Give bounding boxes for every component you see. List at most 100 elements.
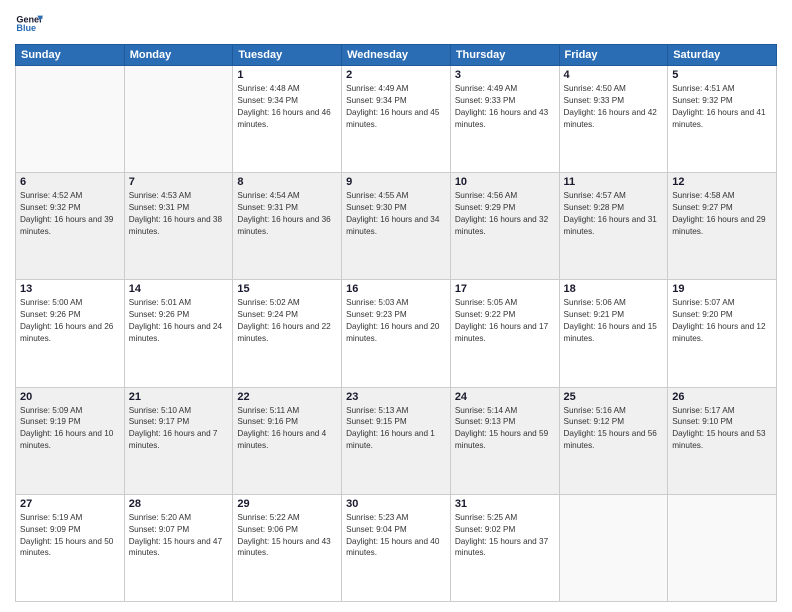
day-number: 4 <box>564 69 664 81</box>
day-detail: Sunrise: 5:11 AMSunset: 9:16 PMDaylight:… <box>237 405 337 453</box>
day-number: 17 <box>455 283 555 295</box>
day-number: 15 <box>237 283 337 295</box>
day-number: 1 <box>237 69 337 81</box>
calendar-cell: 14Sunrise: 5:01 AMSunset: 9:26 PMDayligh… <box>124 280 233 387</box>
day-number: 25 <box>564 391 664 403</box>
calendar-cell: 31 Sunrise: 5:25 AMSunset: 9:02 PMDayligh… <box>450 494 559 601</box>
calendar-header-row: SundayMondayTuesdayWednesdayThursdayFrid… <box>16 45 777 66</box>
day-detail: Sunrise: 4:52 AMSunset: 9:32 PMDaylight:… <box>20 190 120 238</box>
calendar-cell: 16 Sunrise: 5:03 AMSunset: 9:23 PMDayligh… <box>342 280 451 387</box>
day-detail: Sunrise: 5:01 AMSunset: 9:26 PMDaylight:… <box>129 297 229 345</box>
day-detail: Sunrise: 4:53 AMSunset: 9:31 PMDaylight:… <box>129 190 229 238</box>
day-detail: Sunrise: 4:54 AMSunset: 9:31 PMDaylight:… <box>237 190 337 238</box>
calendar-week-row: 1Sunrise: 4:48 AMSunset: 9:34 PMDaylight… <box>16 66 777 173</box>
day-detail: Sunrise: 4:50 AMSunset: 9:33 PMDaylight:… <box>564 83 664 131</box>
calendar-cell <box>668 494 777 601</box>
calendar-cell: 29Sunrise: 5:22 AMSunset: 9:06 PMDayligh… <box>233 494 342 601</box>
day-detail: Sunrise: 5:19 AMSunset: 9:09 PMDaylight:… <box>20 512 120 560</box>
calendar-cell: 18 Sunrise: 5:06 AMSunset: 9:21 PMDayligh… <box>559 280 668 387</box>
day-detail: Sunrise: 4:58 AMSunset: 9:27 PMDaylight:… <box>672 190 772 238</box>
day-number: 18 <box>564 283 664 295</box>
day-detail: Sunrise: 5:05 AMSunset: 9:22 PMDaylight:… <box>455 297 555 345</box>
day-number: 9 <box>346 176 446 188</box>
calendar-cell: 19 Sunrise: 5:07 AMSunset: 9:20 PMDayligh… <box>668 280 777 387</box>
day-number: 21 <box>129 391 229 403</box>
day-number: 5 <box>672 69 772 81</box>
calendar-week-row: 27 Sunrise: 5:19 AMSunset: 9:09 PMDayligh… <box>16 494 777 601</box>
day-header-thursday: Thursday <box>450 45 559 66</box>
calendar-cell: 13 Sunrise: 5:00 AMSunset: 9:26 PMDayligh… <box>16 280 125 387</box>
calendar-cell: 23 Sunrise: 5:13 AMSunset: 9:15 PMDayligh… <box>342 387 451 494</box>
calendar-cell: 9 Sunrise: 4:55 AMSunset: 9:30 PMDaylight… <box>342 173 451 280</box>
calendar-cell: 4 Sunrise: 4:50 AMSunset: 9:33 PMDaylight… <box>559 66 668 173</box>
day-number: 28 <box>129 498 229 510</box>
calendar-cell: 25 Sunrise: 5:16 AMSunset: 9:12 PMDayligh… <box>559 387 668 494</box>
calendar-cell: 3 Sunrise: 4:49 AMSunset: 9:33 PMDaylight… <box>450 66 559 173</box>
calendar-cell: 28 Sunrise: 5:20 AMSunset: 9:07 PMDayligh… <box>124 494 233 601</box>
day-number: 12 <box>672 176 772 188</box>
day-number: 23 <box>346 391 446 403</box>
day-header-sunday: Sunday <box>16 45 125 66</box>
calendar-cell: 21Sunrise: 5:10 AMSunset: 9:17 PMDayligh… <box>124 387 233 494</box>
calendar-cell: 26Sunrise: 5:17 AMSunset: 9:10 PMDayligh… <box>668 387 777 494</box>
calendar-cell: 8Sunrise: 4:54 AMSunset: 9:31 PMDaylight… <box>233 173 342 280</box>
day-number: 6 <box>20 176 120 188</box>
calendar-cell: 22 Sunrise: 5:11 AMSunset: 9:16 PMDayligh… <box>233 387 342 494</box>
day-detail: Sunrise: 5:02 AMSunset: 9:24 PMDaylight:… <box>237 297 337 345</box>
day-header-saturday: Saturday <box>668 45 777 66</box>
day-detail: Sunrise: 5:00 AMSunset: 9:26 PMDaylight:… <box>20 297 120 345</box>
svg-text:Blue: Blue <box>16 23 36 33</box>
day-detail: Sunrise: 5:14 AMSunset: 9:13 PMDaylight:… <box>455 405 555 453</box>
day-header-tuesday: Tuesday <box>233 45 342 66</box>
calendar-cell: 15 Sunrise: 5:02 AMSunset: 9:24 PMDayligh… <box>233 280 342 387</box>
calendar-cell: 12 Sunrise: 4:58 AMSunset: 9:27 PMDayligh… <box>668 173 777 280</box>
day-detail: Sunrise: 5:25 AMSunset: 9:02 PMDaylight:… <box>455 512 555 560</box>
day-number: 22 <box>237 391 337 403</box>
day-detail: Sunrise: 5:07 AMSunset: 9:20 PMDaylight:… <box>672 297 772 345</box>
calendar-week-row: 6 Sunrise: 4:52 AMSunset: 9:32 PMDaylight… <box>16 173 777 280</box>
day-number: 16 <box>346 283 446 295</box>
day-detail: Sunrise: 5:23 AMSunset: 9:04 PMDaylight:… <box>346 512 446 560</box>
day-number: 30 <box>346 498 446 510</box>
day-detail: Sunrise: 5:16 AMSunset: 9:12 PMDaylight:… <box>564 405 664 453</box>
calendar-cell: 11Sunrise: 4:57 AMSunset: 9:28 PMDayligh… <box>559 173 668 280</box>
day-number: 13 <box>20 283 120 295</box>
day-number: 19 <box>672 283 772 295</box>
day-detail: Sunrise: 5:03 AMSunset: 9:23 PMDaylight:… <box>346 297 446 345</box>
calendar-cell <box>16 66 125 173</box>
day-detail: Sunrise: 4:49 AMSunset: 9:33 PMDaylight:… <box>455 83 555 131</box>
calendar-cell: 30 Sunrise: 5:23 AMSunset: 9:04 PMDayligh… <box>342 494 451 601</box>
calendar-cell: 7Sunrise: 4:53 AMSunset: 9:31 PMDaylight… <box>124 173 233 280</box>
calendar-cell: 17 Sunrise: 5:05 AMSunset: 9:22 PMDayligh… <box>450 280 559 387</box>
day-number: 29 <box>237 498 337 510</box>
day-number: 3 <box>455 69 555 81</box>
calendar-cell <box>124 66 233 173</box>
header: General Blue <box>15 10 777 38</box>
calendar-week-row: 13 Sunrise: 5:00 AMSunset: 9:26 PMDayligh… <box>16 280 777 387</box>
day-number: 10 <box>455 176 555 188</box>
day-detail: Sunrise: 5:09 AMSunset: 9:19 PMDaylight:… <box>20 405 120 453</box>
day-header-wednesday: Wednesday <box>342 45 451 66</box>
day-detail: Sunrise: 5:06 AMSunset: 9:21 PMDaylight:… <box>564 297 664 345</box>
day-detail: Sunrise: 4:51 AMSunset: 9:32 PMDaylight:… <box>672 83 772 131</box>
calendar-cell: 5 Sunrise: 4:51 AMSunset: 9:32 PMDaylight… <box>668 66 777 173</box>
day-number: 31 <box>455 498 555 510</box>
calendar-cell: 10 Sunrise: 4:56 AMSunset: 9:29 PMDayligh… <box>450 173 559 280</box>
day-header-monday: Monday <box>124 45 233 66</box>
calendar-table: SundayMondayTuesdayWednesdayThursdayFrid… <box>15 44 777 602</box>
day-detail: Sunrise: 5:13 AMSunset: 9:15 PMDaylight:… <box>346 405 446 453</box>
day-detail: Sunrise: 5:20 AMSunset: 9:07 PMDaylight:… <box>129 512 229 560</box>
calendar-cell: 20 Sunrise: 5:09 AMSunset: 9:19 PMDayligh… <box>16 387 125 494</box>
day-number: 27 <box>20 498 120 510</box>
day-number: 11 <box>564 176 664 188</box>
calendar-cell: 1Sunrise: 4:48 AMSunset: 9:34 PMDaylight… <box>233 66 342 173</box>
day-number: 20 <box>20 391 120 403</box>
day-detail: Sunrise: 4:56 AMSunset: 9:29 PMDaylight:… <box>455 190 555 238</box>
calendar-week-row: 20 Sunrise: 5:09 AMSunset: 9:19 PMDayligh… <box>16 387 777 494</box>
calendar-cell <box>559 494 668 601</box>
day-detail: Sunrise: 4:55 AMSunset: 9:30 PMDaylight:… <box>346 190 446 238</box>
calendar-cell: 2Sunrise: 4:49 AMSunset: 9:34 PMDaylight… <box>342 66 451 173</box>
calendar-page: General Blue SundayMondayTuesdayWednesda… <box>0 0 792 612</box>
calendar-cell: 27 Sunrise: 5:19 AMSunset: 9:09 PMDayligh… <box>16 494 125 601</box>
day-number: 24 <box>455 391 555 403</box>
